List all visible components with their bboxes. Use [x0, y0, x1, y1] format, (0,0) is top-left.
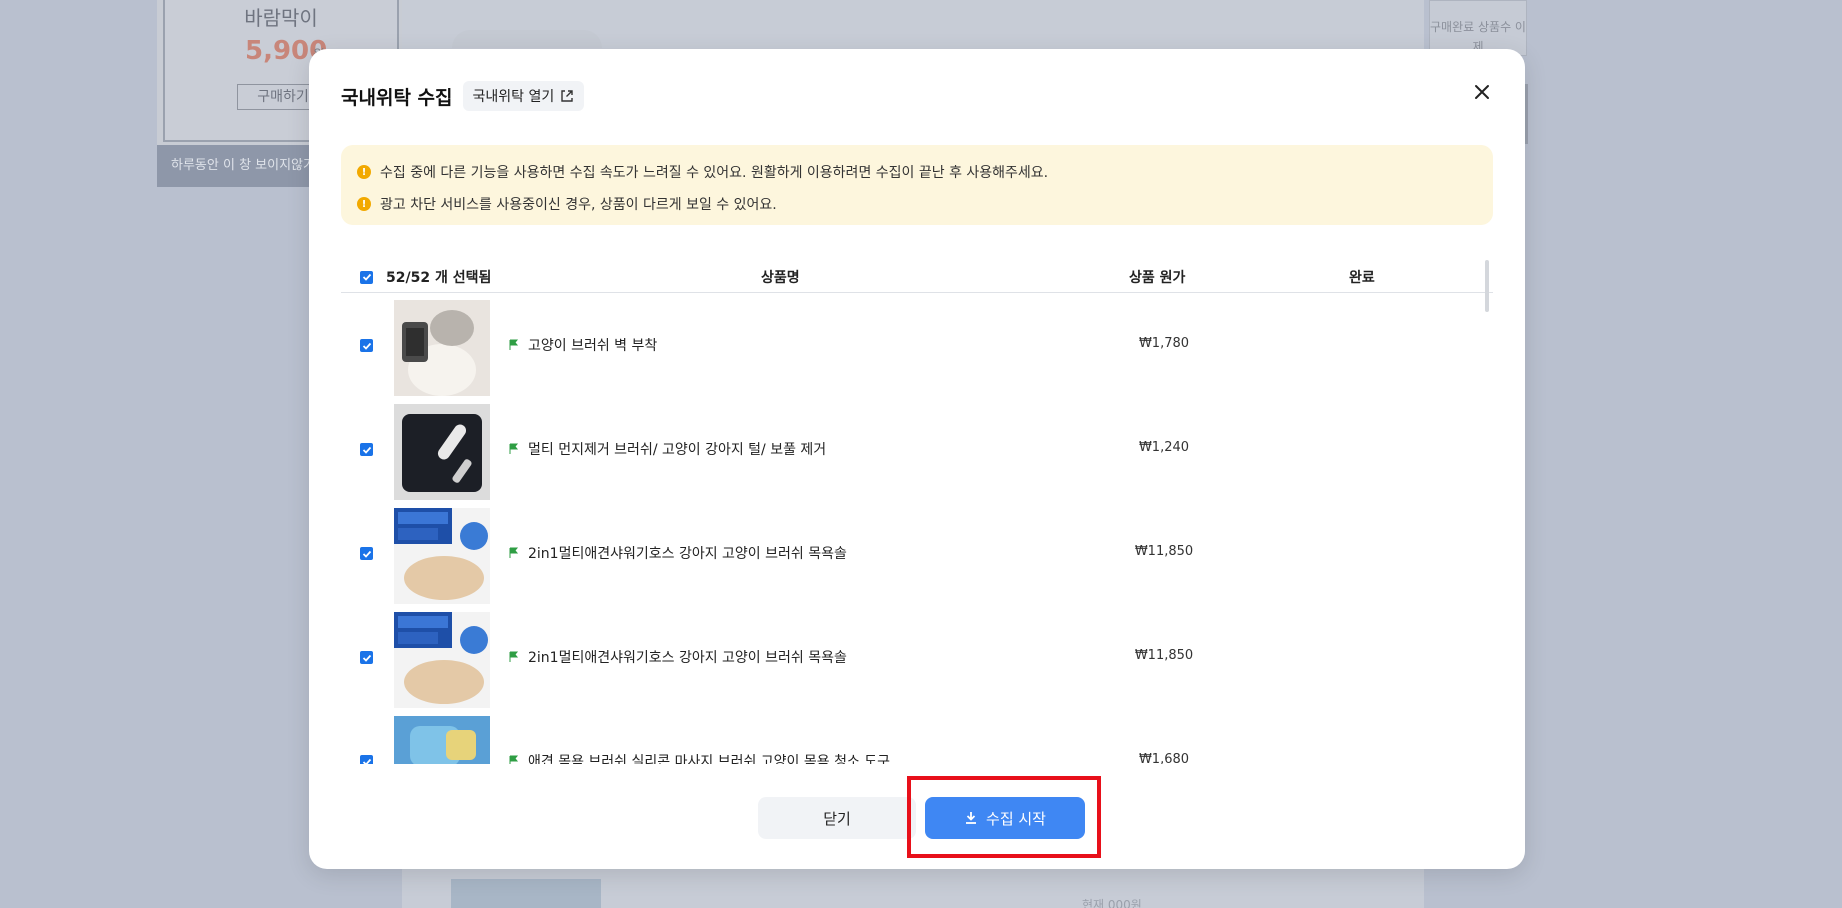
notice-box: ! 수집 중에 다른 기능을 사용하면 수집 속도가 느려질 수 있어요. 원활…: [341, 145, 1493, 225]
row-checkbox[interactable]: [360, 547, 373, 560]
table-scrollbar[interactable]: [1485, 260, 1489, 312]
selected-count: 52/52 개 선택됨: [386, 270, 492, 286]
side-summary-box: 구매완료 상품수 이제: [1429, 0, 1527, 56]
source-flag-icon: [509, 339, 519, 350]
source-flag-icon: [509, 443, 519, 454]
background-bottom-text: 현재 000원: [1082, 898, 1142, 908]
select-all-header: 52/52 개 선택됨: [341, 267, 491, 287]
column-header-price: 상품 원가: [1129, 270, 1186, 286]
product-table: 52/52 개 선택됨 상품명 상품 원가 완료 고양이 브러쉬 벽 부착 ₩1: [341, 259, 1493, 764]
product-name: 애견 목욕 브러쉬 실리콘 마사지 브러쉬 고양이 목욕 청소 도구: [528, 754, 891, 764]
warning-icon: !: [357, 197, 371, 211]
product-name: 멀티 먼지제거 브러쉬/ 고양이 강아지 털/ 보풀 제거: [528, 442, 827, 458]
modal-header: 국내위탁 수집 국내위탁 열기: [341, 81, 585, 111]
product-thumbnail: [394, 300, 490, 396]
column-header-done: 완료: [1349, 270, 1375, 286]
table-row: 2in1멀티애견샤워기호스 강아지 고양이 브러쉬 목욕솔 ₩11,850: [341, 605, 1493, 709]
table-header: 52/52 개 선택됨 상품명 상품 원가 완료: [341, 259, 1493, 293]
row-checkbox[interactable]: [360, 651, 373, 664]
select-all-checkbox[interactable]: [360, 270, 373, 284]
highlight-box: [907, 776, 1101, 858]
product-name-cell: 2in1멀티애견샤워기호스 강아지 고양이 브러쉬 목욕솔: [508, 647, 847, 667]
product-name-cell: 멀티 먼지제거 브러쉬/ 고양이 강아지 털/ 보풀 제거: [508, 439, 826, 459]
product-thumbnail: [394, 508, 490, 604]
close-button[interactable]: 닫기: [758, 797, 916, 839]
product-name: 2in1멀티애견샤워기호스 강아지 고양이 브러쉬 목욕솔: [528, 650, 847, 666]
background-thumbnail-top: [452, 30, 602, 48]
warning-icon: !: [357, 165, 371, 179]
table-row: 멀티 먼지제거 브러쉬/ 고양이 강아지 털/ 보풀 제거 ₩1,240: [341, 397, 1493, 501]
product-name-cell: 고양이 브러쉬 벽 부착: [508, 335, 657, 355]
source-flag-icon: [509, 547, 519, 558]
table-row: 고양이 브러쉬 벽 부착 ₩1,780: [341, 293, 1493, 397]
popup-title: 바람막이: [244, 6, 318, 30]
product-price: ₩1,780: [1138, 336, 1190, 351]
product-price: ₩11,850: [1134, 648, 1194, 663]
product-name: 고양이 브러쉬 벽 부착: [528, 338, 658, 354]
product-price: ₩1,240: [1138, 440, 1190, 455]
external-link-icon: [561, 90, 573, 102]
column-header-name: 상품명: [761, 270, 800, 286]
notice-text: 수집 중에 다른 기능을 사용하면 수집 속도가 느려질 수 있어요. 원활하게…: [380, 165, 1049, 181]
table-row: 애견 목욕 브러쉬 실리콘 마사지 브러쉬 고양이 목욕 청소 도구 ₩1,68…: [341, 709, 1493, 764]
background-thumbnail-bottom: [451, 879, 601, 908]
product-name: 2in1멀티애견샤워기호스 강아지 고양이 브러쉬 목욕솔: [528, 546, 847, 562]
product-name-cell: 2in1멀티애견샤워기호스 강아지 고양이 브러쉬 목욕솔: [508, 543, 847, 563]
close-icon[interactable]: [1469, 79, 1495, 105]
notice-text: 광고 차단 서비스를 사용중이신 경우, 상품이 다르게 보일 수 있어요.: [380, 197, 777, 213]
modal-title: 국내위탁 수집: [341, 86, 453, 109]
row-checkbox[interactable]: [360, 443, 373, 456]
row-checkbox[interactable]: [360, 339, 373, 352]
product-price: ₩11,850: [1134, 544, 1194, 559]
product-name-cell: 애견 목욕 브러쉬 실리콘 마사지 브러쉬 고양이 목욕 청소 도구: [508, 751, 890, 764]
row-checkbox[interactable]: [360, 755, 373, 764]
source-flag-icon: [509, 651, 519, 662]
product-thumbnail: [394, 716, 490, 764]
source-flag-icon: [509, 755, 519, 764]
notice-line: ! 광고 차단 서비스를 사용중이신 경우, 상품이 다르게 보일 수 있어요.: [357, 191, 1477, 217]
product-price: ₩1,680: [1138, 752, 1190, 764]
notice-line: ! 수집 중에 다른 기능을 사용하면 수집 속도가 느려질 수 있어요. 원활…: [357, 159, 1477, 185]
open-link-label: 국내위탁 열기: [472, 89, 555, 105]
open-domestic-link[interactable]: 국내위탁 열기: [462, 81, 585, 111]
product-thumbnail: [394, 404, 490, 500]
table-row: 2in1멀티애견샤워기호스 강아지 고양이 브러쉬 목욕솔 ₩11,850: [341, 501, 1493, 605]
product-thumbnail: [394, 612, 490, 708]
collect-modal: 국내위탁 수집 국내위탁 열기 ! 수집 중에 다른 기능을 사용하면 수집 속…: [309, 49, 1525, 869]
